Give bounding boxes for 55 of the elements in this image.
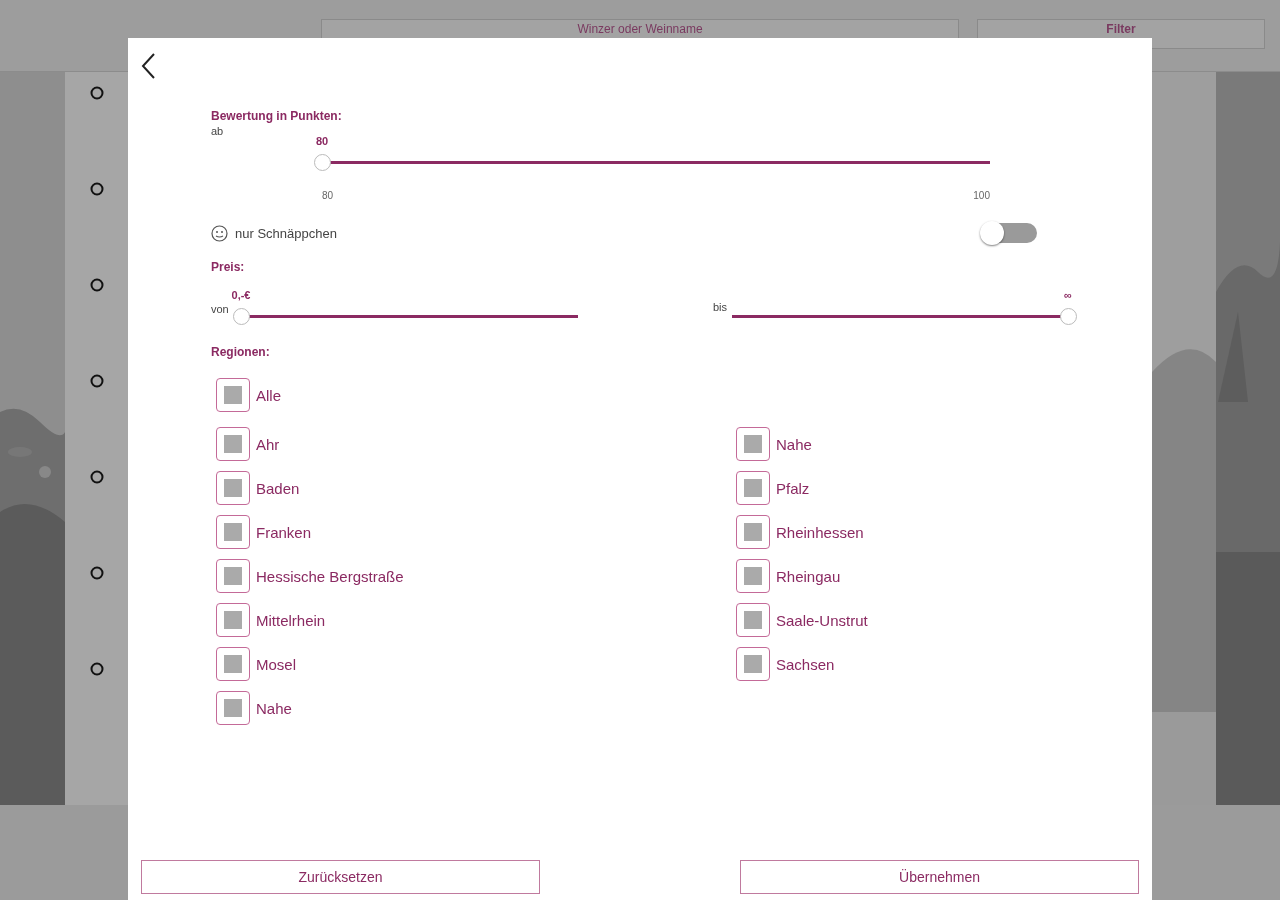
checkbox[interactable] [736,427,770,461]
circle-icon [89,662,104,676]
checkbox[interactable] [736,603,770,637]
slider-max-label: 100 [973,190,990,201]
checkbox[interactable] [216,378,250,412]
circle-icon [89,470,104,484]
slider-prefix: bis [713,301,729,313]
slider-value: ∞ [1064,289,1072,301]
back-icon[interactable] [140,52,156,80]
checkbox-label[interactable]: Franken [256,523,312,541]
section-title: Bewertung in Punkten: [211,109,343,123]
slider-prefix: von [211,303,230,315]
slider-min-label: 80 [322,190,334,201]
checkbox-label[interactable]: Ahr [256,435,280,453]
checkbox-label[interactable]: Rheingau [776,567,841,585]
bargain-label: nur Schnäppchen [235,225,338,241]
circle-icon [89,278,104,292]
toggle-switch[interactable] [980,221,1037,245]
slider-thumb[interactable] [233,308,250,325]
checkbox-label[interactable]: Alle [256,386,281,404]
slider-prefix: ab [211,125,225,137]
checkbox[interactable] [216,647,250,681]
checkbox[interactable] [216,691,250,725]
checkbox-label[interactable]: Nahe [776,435,812,453]
smiley-icon [211,224,228,242]
checkbox-label[interactable]: Rheinhessen [776,523,864,541]
checkbox-label[interactable]: Saale-Unstrut [776,611,868,629]
slider-value: 0,-€ [231,289,251,301]
checkbox[interactable] [216,471,250,505]
checkbox[interactable] [216,427,250,461]
checkbox-label[interactable]: Mittelrhein [256,611,326,629]
checkbox[interactable] [736,647,770,681]
slider-thumb[interactable] [314,154,331,171]
checkbox[interactable] [216,603,250,637]
checkbox-label[interactable]: Sachsen [776,655,835,673]
checkbox[interactable] [736,559,770,593]
checkbox[interactable] [216,559,250,593]
circle-icon [89,374,104,388]
dialog-button[interactable]: Zurücksetzen [141,860,540,894]
checkbox-label[interactable]: Baden [256,479,300,497]
circle-icon [89,566,104,580]
circle-icon [89,86,104,100]
checkbox-label[interactable]: Mosel [256,655,296,673]
dialog-button[interactable]: Übernehmen [740,860,1139,894]
slider-value: 80 [315,135,329,147]
checkbox-label[interactable]: Nahe [256,699,292,717]
section-title: Preis: [211,260,246,274]
slider-thumb[interactable] [1060,308,1077,325]
section-title: Regionen: [211,345,271,359]
checkbox-label[interactable]: Pfalz [776,479,810,497]
checkbox-label[interactable]: Hessische Bergstraße [256,567,404,585]
circle-icon [89,182,104,196]
checkbox[interactable] [216,515,250,549]
checkbox[interactable] [736,471,770,505]
checkbox[interactable] [736,515,770,549]
